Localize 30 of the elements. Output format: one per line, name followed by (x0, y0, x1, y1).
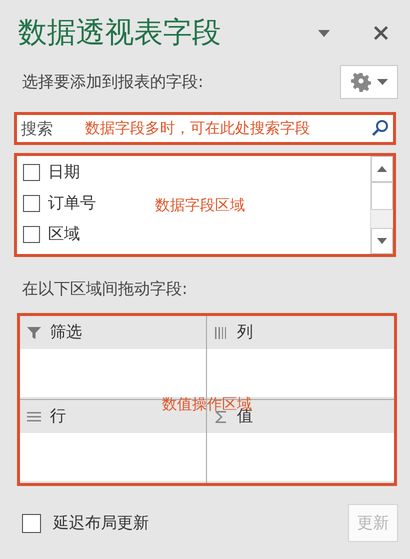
filter-icon (26, 324, 42, 340)
checkbox[interactable] (23, 194, 40, 212)
settings-button[interactable] (340, 65, 398, 99)
checkbox[interactable] (23, 164, 40, 180)
columns-icon (213, 324, 229, 340)
fields-label: 选择要添加到报表的字段: (22, 72, 204, 92)
defer-update-checkbox[interactable]: 延迟布局更新 (22, 512, 149, 534)
scrollbar[interactable] (370, 156, 393, 254)
search-icon[interactable] (371, 119, 389, 137)
dropdown-caret-icon[interactable] (318, 30, 330, 36)
area-label: 行 (50, 406, 66, 427)
field-item[interactable]: 订单号 (23, 192, 96, 214)
settings-icon (350, 72, 370, 92)
field-item[interactable]: 区域 (23, 223, 80, 245)
area-label: 列 (237, 322, 253, 343)
annotation-text: 数据字段区域 (155, 196, 245, 215)
caret-icon (376, 79, 388, 85)
annotation-text: 数据字段多时，可在此处搜索字段 (85, 119, 310, 138)
pane-title: 数据透视表字段 (18, 14, 222, 51)
scrollbar-thumb[interactable] (371, 182, 393, 210)
scroll-up-button[interactable] (371, 156, 393, 182)
close-icon[interactable] (374, 26, 388, 40)
up-arrow-icon (377, 166, 387, 172)
checkbox[interactable] (22, 514, 41, 532)
down-arrow-icon (377, 238, 387, 244)
field-item[interactable]: 日期 (23, 161, 80, 183)
drag-areas-label: 在以下区域间拖动字段: (22, 279, 188, 300)
scroll-down-button[interactable] (371, 228, 393, 254)
checkbox[interactable] (23, 226, 40, 242)
area-label: 筛选 (50, 322, 82, 343)
